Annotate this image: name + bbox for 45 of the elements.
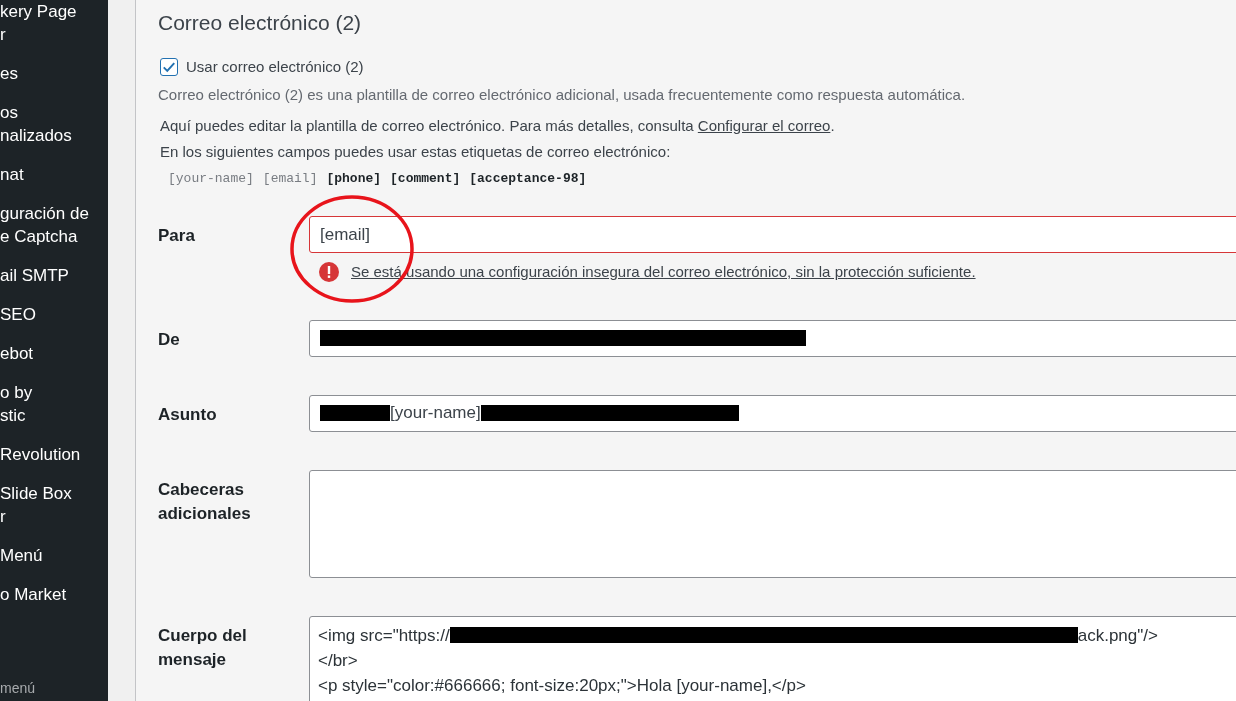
mail-tag: [comment] — [390, 168, 461, 188]
mail-tag: [acceptance-98] — [469, 168, 587, 188]
text-input[interactable]: [your-name] — [309, 394, 1236, 432]
sidebar-item[interactable]: Slide Box r — [0, 482, 108, 528]
sidebar-item[interactable]: os nalizados — [0, 101, 108, 147]
sidebar-item[interactable]: kery Page r — [0, 0, 108, 46]
mail-tag: [phone] — [326, 168, 382, 188]
field-text: <img src="https:// — [318, 624, 450, 647]
text-input[interactable]: [email] — [309, 216, 1236, 253]
configure-mail-link[interactable]: Configurar el correo — [697, 116, 831, 134]
field-text: [your-name] — [390, 402, 481, 425]
sidebar-item[interactable]: o by stic — [0, 381, 108, 427]
field-label: Cuerpo del mensaje — [158, 624, 248, 671]
sidebar-item[interactable]: o Market — [0, 583, 108, 606]
mail-tag: [email] — [262, 168, 318, 188]
description-text: Correo electrónico (2) es una plantilla de correo electrónico adicional, usada frecuentemente como respuesta automática. — [158, 85, 967, 105]
field-label: De — [158, 328, 181, 351]
sidebar-item[interactable]: ebot — [0, 342, 108, 365]
field-text: </br> — [318, 649, 358, 672]
field-text: ack.png"/> — [1077, 624, 1158, 647]
sidebar-item[interactable]: SEO — [0, 303, 108, 326]
field-label: Asunto — [158, 403, 218, 426]
section-title: Correo electrónico (2) — [158, 10, 363, 36]
mail-tag: [your-name] — [168, 168, 254, 188]
redaction-bar — [320, 405, 390, 421]
sidebar-item[interactable]: Menú — [0, 544, 108, 567]
sidebar-item[interactable]: Revolution — [0, 443, 108, 466]
field-text: <p style="color:#666666; font-size:20px;">Hola [your-name],</p> — [318, 674, 806, 697]
field-label: Para — [158, 225, 196, 247]
field-label: Cabeceras adicionales — [158, 478, 252, 525]
sidebar-item[interactable]: nat — [0, 163, 108, 186]
collapse-menu-link[interactable]: menú — [0, 678, 108, 699]
field-text: [email] — [320, 223, 371, 246]
sidebar-item[interactable]: guración de e Captcha — [0, 202, 108, 248]
text-area[interactable]: <img src="https:// ack.png"/> </br> <p style="color:#666666; font-size:20px;">Hola [your-name],</p> — [309, 615, 1236, 701]
error-icon — [319, 262, 339, 283]
tags-intro-text: En los siguientes campos puedes usar estas etiquetas de correo electrónico: — [160, 142, 672, 162]
help-text: Aquí puedes editar la plantilla de correo electrónico. Para más detalles, consulta Configurar el correo. — [160, 115, 836, 136]
error-message: Se está usando una configuración insegura del correo electrónico, sin la protección suficiente. — [351, 262, 976, 282]
checkbox[interactable] — [160, 57, 178, 76]
checkbox-label: Usar correo electrónico (2) — [186, 56, 364, 77]
sidebar-item[interactable]: ail SMTP — [0, 264, 108, 287]
sidebar-item[interactable]: es — [0, 62, 108, 85]
text-input[interactable] — [309, 319, 1236, 357]
checkmark-icon — [162, 59, 176, 74]
